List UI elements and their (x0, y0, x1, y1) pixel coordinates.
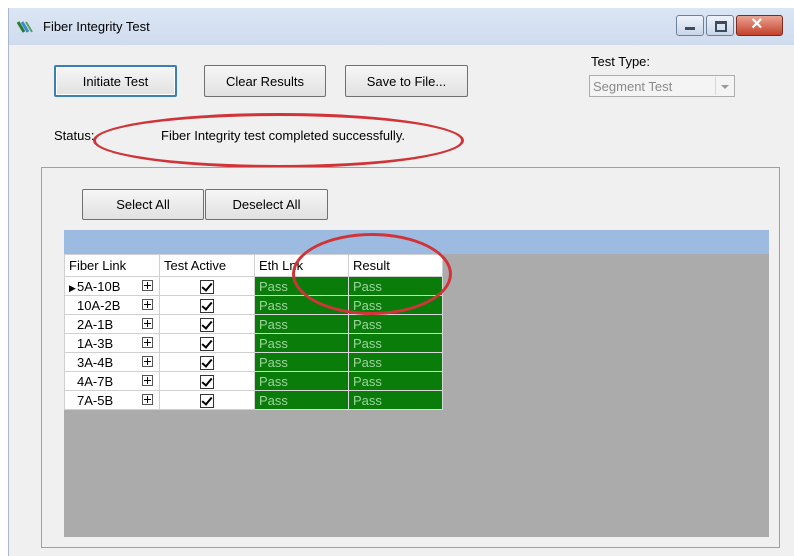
maximize-button[interactable] (706, 15, 734, 36)
result-cell: Pass (348, 314, 443, 334)
fiber-link-cell[interactable]: 1A-3B (64, 333, 160, 353)
result-cell: Pass (348, 276, 443, 296)
fiber-link-label: 2A-1B (77, 316, 114, 332)
eth-lnk-cell: Pass (254, 333, 349, 353)
fiber-link-cell[interactable]: ▶5A-10B (64, 276, 160, 296)
fiber-link-label: 4A-7B (77, 373, 114, 389)
title-bar[interactable]: Fiber Integrity Test (9, 8, 794, 45)
expand-icon[interactable] (142, 356, 153, 367)
test-active-checkbox[interactable] (200, 298, 214, 313)
table-row[interactable]: ▶5A-10B Pass Pass (64, 276, 443, 296)
results-grid[interactable]: Fiber Link Test Active Eth Lnk Result ▶5… (64, 230, 769, 537)
eth-lnk-cell: Pass (254, 276, 349, 296)
test-active-checkbox[interactable] (200, 355, 214, 370)
fiber-link-label: 5A-10B (77, 278, 121, 294)
test-active-cell (159, 295, 255, 315)
result-cell: Pass (348, 333, 443, 353)
test-active-checkbox[interactable] (200, 393, 214, 408)
deselect-all-button[interactable]: Deselect All (205, 189, 328, 220)
test-type-select[interactable]: Segment Test (589, 75, 735, 97)
grid-caption-bar (64, 230, 769, 254)
test-active-cell (159, 352, 255, 372)
results-table: Fiber Link Test Active Eth Lnk Result ▶5… (64, 254, 443, 410)
test-active-cell (159, 276, 255, 296)
fiber-link-label: 10A-2B (77, 297, 121, 313)
status-message: Fiber Integrity test completed successfu… (161, 128, 405, 143)
column-header-eth-lnk[interactable]: Eth Lnk (254, 254, 349, 277)
fiber-link-cell[interactable]: 2A-1B (64, 314, 160, 334)
clear-results-button[interactable]: Clear Results (204, 65, 326, 97)
close-button[interactable] (736, 13, 783, 36)
result-cell: Pass (348, 390, 443, 410)
result-cell: Pass (348, 371, 443, 391)
table-row[interactable]: 2A-1B Pass Pass (64, 314, 443, 334)
test-active-checkbox[interactable] (200, 374, 214, 389)
test-type-value: Segment Test (593, 79, 673, 94)
eth-lnk-cell: Pass (254, 314, 349, 334)
fiber-link-cell[interactable]: 10A-2B (64, 295, 160, 315)
test-active-checkbox[interactable] (200, 317, 214, 332)
expand-icon[interactable] (142, 318, 153, 329)
fiber-link-cell[interactable]: 4A-7B (64, 371, 160, 391)
fiber-integrity-window: Fiber Integrity Test Initiate Test Clear… (8, 8, 794, 556)
fiber-link-label: 3A-4B (77, 354, 114, 370)
eth-lnk-cell: Pass (254, 371, 349, 391)
result-cell: Pass (348, 295, 443, 315)
table-header-row: Fiber Link Test Active Eth Lnk Result (64, 254, 443, 277)
test-active-checkbox[interactable] (200, 279, 214, 294)
column-header-result[interactable]: Result (348, 254, 443, 277)
table-row[interactable]: 1A-3B Pass Pass (64, 333, 443, 353)
select-all-button[interactable]: Select All (82, 189, 204, 220)
chevron-down-icon[interactable] (715, 77, 733, 95)
test-type-label: Test Type: (591, 54, 651, 69)
test-active-cell (159, 333, 255, 353)
eth-lnk-cell: Pass (254, 352, 349, 372)
initiate-test-button[interactable]: Initiate Test (54, 65, 177, 97)
fiber-link-cell[interactable]: 7A-5B (64, 390, 160, 410)
fiber-links-group: Select All Deselect All Fiber Link Test … (41, 167, 780, 548)
table-row[interactable]: 10A-2B Pass Pass (64, 295, 443, 315)
fiber-link-label: 1A-3B (77, 335, 114, 351)
eth-lnk-cell: Pass (254, 295, 349, 315)
table-row[interactable]: 3A-4B Pass Pass (64, 352, 443, 372)
expand-icon[interactable] (142, 299, 153, 310)
expand-icon[interactable] (142, 375, 153, 386)
expand-icon[interactable] (142, 394, 153, 405)
window-title: Fiber Integrity Test (43, 19, 150, 34)
minimize-button[interactable] (676, 15, 704, 36)
fiber-link-label: 7A-5B (77, 392, 114, 408)
test-active-checkbox[interactable] (200, 336, 214, 351)
test-active-cell (159, 371, 255, 391)
table-row[interactable]: 7A-5B Pass Pass (64, 390, 443, 410)
fiber-app-icon (16, 21, 33, 33)
column-header-test-active[interactable]: Test Active (159, 254, 255, 277)
current-row-icon: ▶ (69, 282, 76, 293)
table-row[interactable]: 4A-7B Pass Pass (64, 371, 443, 391)
expand-icon[interactable] (142, 280, 153, 291)
test-active-cell (159, 390, 255, 410)
eth-lnk-cell: Pass (254, 390, 349, 410)
test-active-cell (159, 314, 255, 334)
client-area: Initiate Test Clear Results Save to File… (9, 45, 794, 556)
fiber-link-cell[interactable]: 3A-4B (64, 352, 160, 372)
result-cell: Pass (348, 352, 443, 372)
save-to-file-button[interactable]: Save to File... (345, 65, 468, 97)
status-label: Status: (54, 128, 95, 143)
expand-icon[interactable] (142, 337, 153, 348)
column-header-fiber-link[interactable]: Fiber Link (64, 254, 160, 277)
